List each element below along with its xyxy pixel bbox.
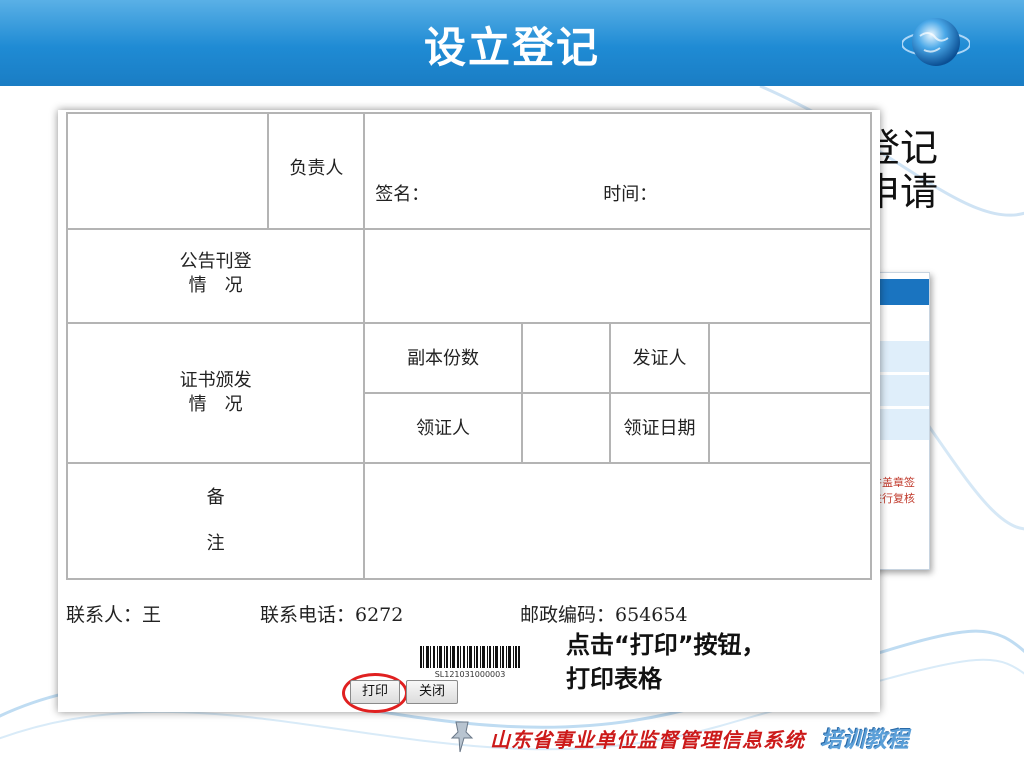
barcode-number: SL121031000003 bbox=[434, 670, 506, 679]
announcement-label: 公告刊登 情 况 bbox=[65, 228, 366, 324]
issuer-label: 发证人 bbox=[608, 322, 711, 394]
recipient-value bbox=[520, 392, 611, 464]
announcement-value bbox=[363, 228, 872, 324]
receive-date-label: 领证日期 bbox=[608, 392, 711, 464]
blank-cell bbox=[65, 112, 270, 230]
signature-cell: 签名： 时间： bbox=[363, 112, 872, 230]
print-button[interactable]: 打印 bbox=[350, 680, 400, 704]
pushpin-icon bbox=[450, 721, 474, 753]
issuer-value bbox=[708, 322, 872, 394]
contact-row: 联系人：王 联系电话：6272 邮政编码：654654 bbox=[66, 598, 872, 626]
footer-tag: 培训教程 bbox=[820, 728, 909, 753]
close-button[interactable]: 关闭 bbox=[406, 680, 458, 704]
slide-title: 设立登记 bbox=[423, 23, 600, 72]
contact-phone: 联系电话：6272 bbox=[260, 604, 404, 626]
signature-label: 签名： bbox=[375, 184, 430, 205]
remarks-value bbox=[363, 462, 872, 580]
remarks-label: 备 注 bbox=[65, 462, 366, 580]
footer: 山东省事业单位监督管理信息系统 培训教程 bbox=[490, 722, 909, 758]
time-label: 时间： bbox=[603, 184, 658, 205]
postal-code: 邮政编码：654654 bbox=[520, 604, 688, 626]
receive-date-value bbox=[708, 392, 872, 464]
copies-label: 副本份数 bbox=[363, 322, 523, 394]
globe-icon bbox=[902, 18, 970, 66]
recipient-label: 领证人 bbox=[363, 392, 523, 464]
registration-form-table: 负责人 签名： 时间： 公告刊登 情 况 证书颁发 情 况 副本份数 发证人 领… bbox=[65, 112, 872, 580]
certificate-label: 证书颁发 情 况 bbox=[65, 322, 366, 464]
contact-person: 联系人：王 bbox=[66, 604, 162, 626]
footer-system-name: 山东省事业单位监督管理信息系统 bbox=[490, 728, 805, 752]
form-window: 负责人 签名： 时间： 公告刊登 情 况 证书颁发 情 况 副本份数 发证人 领… bbox=[58, 110, 880, 713]
responsible-person-label: 负责人 bbox=[267, 112, 366, 230]
callout-text: 点击“打印”按钮， 打印表格 bbox=[566, 631, 766, 693]
copies-value bbox=[520, 322, 611, 394]
